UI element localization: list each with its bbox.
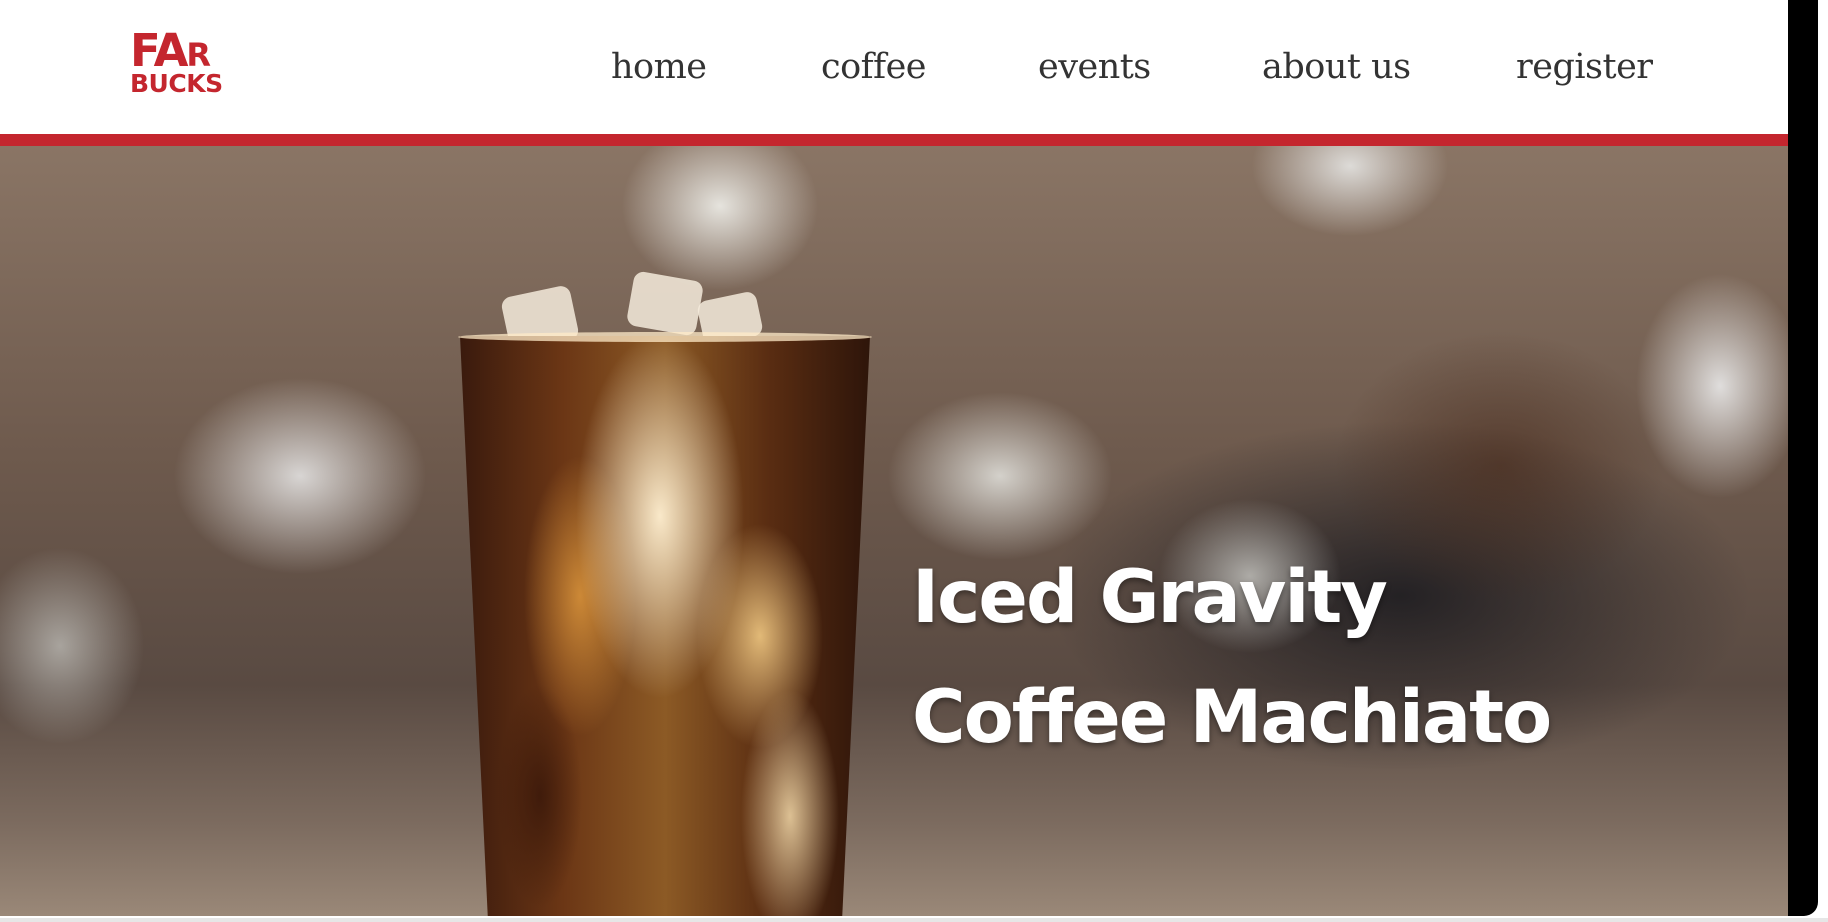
nav-events-link[interactable]: events bbox=[1038, 42, 1151, 92]
header-accent-bar bbox=[0, 134, 1788, 146]
window-bottom-edge bbox=[0, 918, 1828, 922]
nav-register-link[interactable]: register bbox=[1516, 42, 1653, 92]
page: FAR BUCKS home coffee events about us re… bbox=[0, 0, 1788, 916]
hero-banner: Iced Gravity Coffee Machiato bbox=[0, 146, 1788, 916]
hero-title: Iced Gravity Coffee Machiato bbox=[912, 538, 1552, 778]
main-nav: home coffee events about us register bbox=[0, 42, 1788, 92]
hero-title-line-1: Iced Gravity bbox=[912, 555, 1388, 640]
iced-coffee-glass-image bbox=[460, 336, 870, 916]
nav-coffee-link[interactable]: coffee bbox=[821, 42, 927, 92]
hero-title-line-2: Coffee Machiato bbox=[912, 675, 1552, 760]
ice-cube bbox=[625, 270, 705, 337]
nav-about-us-link[interactable]: about us bbox=[1262, 42, 1411, 92]
site-header: FAR BUCKS home coffee events about us re… bbox=[0, 0, 1788, 134]
window-edge-shadow bbox=[1788, 0, 1818, 916]
glass-rim bbox=[458, 332, 872, 342]
nav-home-link[interactable]: home bbox=[611, 42, 707, 92]
